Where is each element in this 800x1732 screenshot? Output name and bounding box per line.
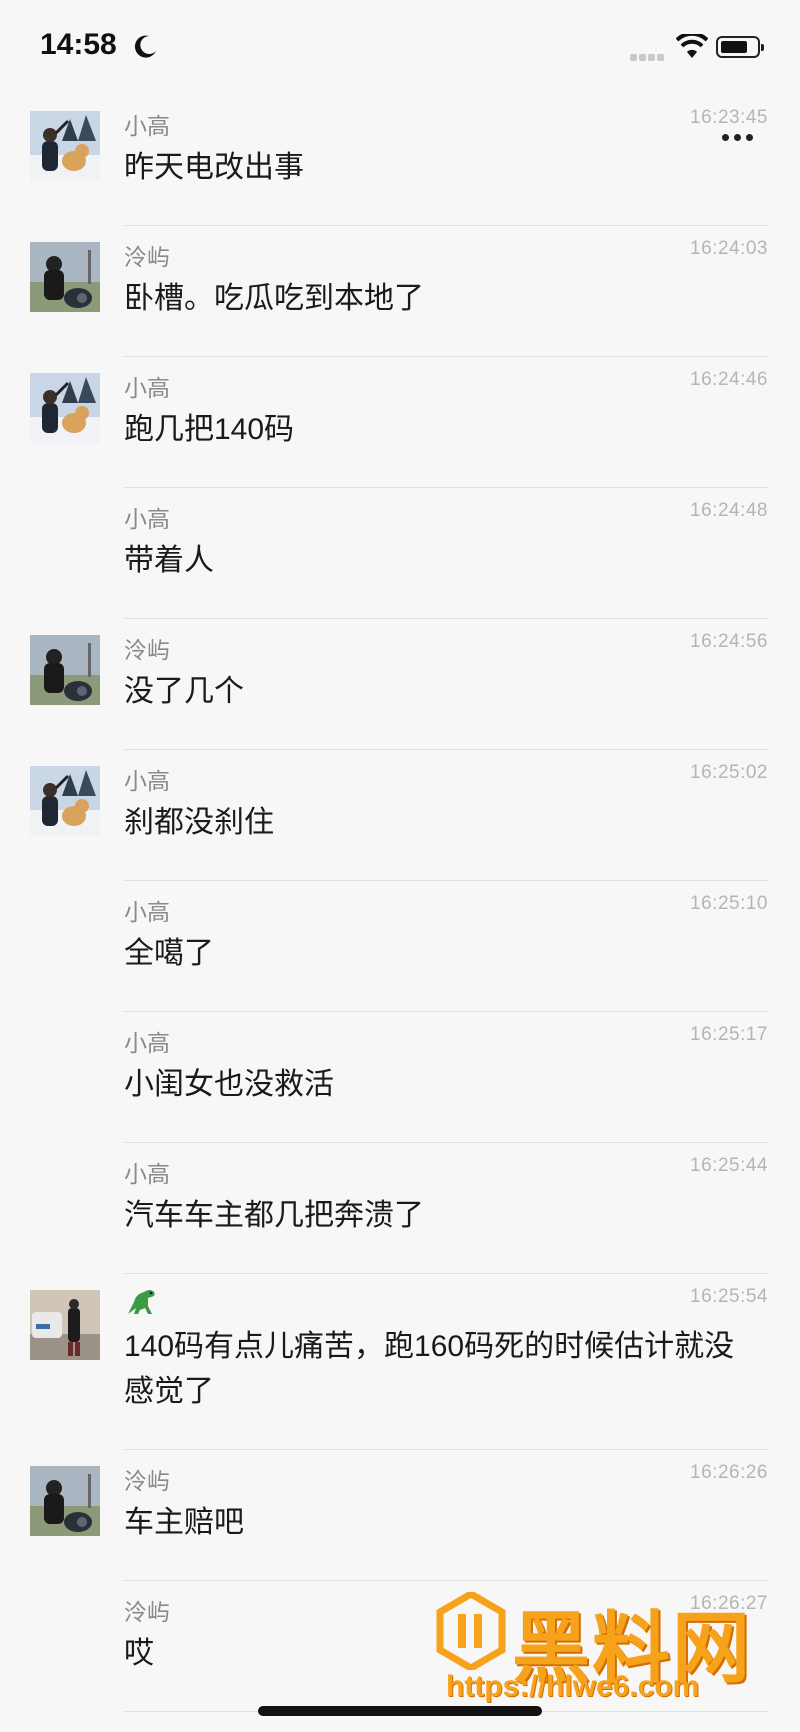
sender-name: 小高: [124, 768, 170, 794]
home-indicator[interactable]: [258, 1706, 542, 1716]
sender-name: 小高: [124, 1161, 170, 1187]
message-time: 16:24:46: [690, 369, 768, 390]
message-time: 16:24:48: [690, 500, 768, 521]
message-text: 140码有点儿痛苦，跑160码死的时候估计就没感觉了: [124, 1330, 735, 1408]
sender-name: 小高: [124, 506, 170, 532]
sender-name: 泠屿: [124, 637, 170, 663]
sender-name: 小高: [124, 113, 170, 139]
car-avatar[interactable]: [30, 1290, 100, 1360]
status-bar: 14:58: [0, 0, 800, 95]
message-text: 跑几把140码: [124, 413, 295, 446]
avatar: [30, 897, 100, 967]
sender-name: 泠屿: [124, 244, 170, 270]
sender-name: 小高: [124, 375, 170, 401]
avatar: [30, 1028, 100, 1098]
message-row[interactable]: 小高 16:24:46 跑几把140码: [0, 357, 800, 488]
sender-name: 泠屿: [124, 1468, 170, 1494]
message-row[interactable]: 泠屿 16:24:03 卧槽。吃瓜吃到本地了: [0, 226, 800, 357]
watermark-logo-icon: [436, 1592, 506, 1670]
wifi-icon: [676, 34, 708, 58]
message-time: 16:24:03: [690, 238, 768, 259]
message-row[interactable]: 小高 16:25:10 全噶了: [0, 881, 800, 1012]
message-list: 小高 16:23:45 昨天电改出事 泠屿 16:24:03 卧槽。吃瓜吃到本地…: [0, 95, 800, 1712]
moon-icon: [134, 35, 156, 58]
sender-name: 泠屿: [124, 1599, 170, 1625]
cellular-signal-icon: [630, 48, 666, 66]
message-row[interactable]: 小高 16:24:48 带着人: [0, 488, 800, 619]
watermark-url: https://hlwe6.com: [446, 1670, 700, 1703]
moto-avatar[interactable]: [30, 242, 100, 312]
message-text: 刹都没刹住: [124, 806, 274, 839]
avatar: [30, 1597, 100, 1667]
message-text: 带着人: [124, 544, 214, 577]
watermark: 黑料网 https://hlwe6.com: [436, 1586, 776, 1706]
dinosaur-emoji-icon: [124, 1284, 158, 1318]
sender-name: 小高: [124, 899, 170, 925]
dog-avatar[interactable]: [30, 373, 100, 443]
message-row[interactable]: 泠屿 16:24:56 没了几个: [0, 619, 800, 750]
message-text: 昨天电改出事: [124, 151, 304, 184]
message-text: 汽车车主都几把奔溃了: [124, 1199, 424, 1232]
message-time: 16:23:45: [690, 107, 768, 128]
moto-avatar[interactable]: [30, 635, 100, 705]
avatar: [30, 1159, 100, 1229]
message-row[interactable]: 小高 16:25:17 小闺女也没救活: [0, 1012, 800, 1143]
message-time: 16:25:44: [690, 1155, 768, 1176]
sender-name: 小高: [124, 1030, 170, 1056]
message-text: 车主赔吧: [124, 1506, 244, 1539]
message-text: 卧槽。吃瓜吃到本地了: [124, 282, 424, 315]
message-time: 16:25:02: [690, 762, 768, 783]
avatar: [30, 504, 100, 574]
message-time: 16:24:56: [690, 631, 768, 652]
message-row[interactable]: 小高 16:25:02 刹都没刹住: [0, 750, 800, 881]
message-time: 16:25:10: [690, 893, 768, 914]
message-text: 没了几个: [124, 675, 244, 708]
battery-icon: [716, 36, 764, 58]
message-row[interactable]: 小高 16:25:44 汽车车主都几把奔溃了: [0, 1143, 800, 1274]
message-time: 16:25:17: [690, 1024, 768, 1045]
message-text: 小闺女也没救活: [124, 1068, 334, 1101]
dog-avatar[interactable]: [30, 111, 100, 181]
dog-avatar[interactable]: [30, 766, 100, 836]
message-row[interactable]: 泠屿 16:26:26 车主赔吧: [0, 1450, 800, 1581]
message-time: 16:26:26: [690, 1462, 768, 1483]
message-row[interactable]: 16:25:54 140码有点儿痛苦，跑160码死的时候估计就没感觉了: [0, 1274, 800, 1450]
status-time: 14:58: [40, 28, 117, 61]
message-time: 16:25:54: [690, 1286, 768, 1307]
message-row[interactable]: 小高 16:23:45 昨天电改出事: [0, 95, 800, 226]
message-text: 全噶了: [124, 937, 214, 970]
moto-avatar[interactable]: [30, 1466, 100, 1536]
